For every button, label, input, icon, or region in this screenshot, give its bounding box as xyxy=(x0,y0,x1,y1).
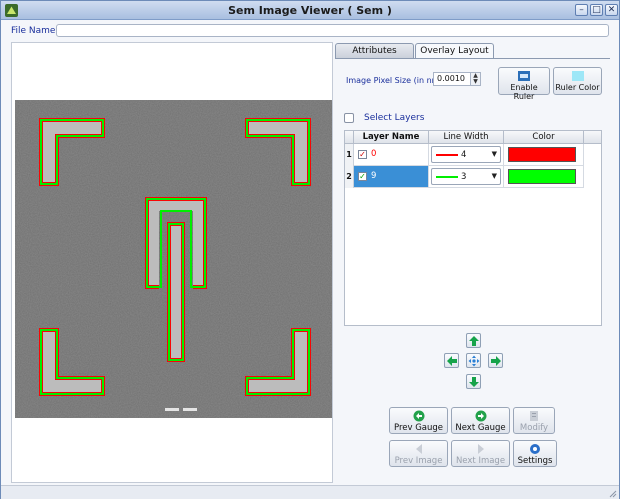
ruler-color-button[interactable]: Ruler Color xyxy=(553,67,602,95)
sem-image-panel[interactable] xyxy=(11,42,333,483)
header-line-width[interactable]: Line Width xyxy=(429,131,504,144)
arrow-right-circle-icon xyxy=(475,410,486,422)
color-swatch-1[interactable] xyxy=(508,169,576,184)
pixel-size-spinner[interactable]: ▲ ▼ xyxy=(470,72,481,86)
header-filler xyxy=(584,131,601,144)
color-swatch-icon xyxy=(571,71,584,81)
tab-overlay-layout[interactable]: Overlay Layout xyxy=(415,43,494,59)
move-up-button[interactable] xyxy=(466,333,481,348)
enable-ruler-button[interactable]: Enable Ruler xyxy=(498,67,550,101)
layer-name-cell-1[interactable]: ✓ 9 xyxy=(354,166,429,188)
layer-name-cell-0[interactable]: ✓ 0 xyxy=(354,144,429,166)
header-color[interactable]: Color xyxy=(504,131,584,144)
file-name-label: File Name xyxy=(11,26,56,36)
edit-icon xyxy=(530,411,538,421)
line-width-value-1: 3 xyxy=(461,172,467,182)
prev-image-label: Prev Image xyxy=(394,456,443,466)
table-corner-header xyxy=(345,131,354,144)
next-gauge-label: Next Gauge xyxy=(455,423,506,433)
arrow-right-icon xyxy=(491,356,501,366)
prev-image-button[interactable]: Prev Image xyxy=(389,440,448,467)
row-header-2[interactable]: 2 xyxy=(345,166,354,188)
move-left-button[interactable] xyxy=(444,353,459,368)
title-bar: Sem Image Viewer ( Sem ) – □ ✕ xyxy=(1,1,619,20)
line-width-cell-1[interactable]: 3 ▼ xyxy=(429,166,504,188)
app-window: Sem Image Viewer ( Sem ) – □ ✕ File Name xyxy=(0,0,620,499)
ruler-icon xyxy=(518,71,530,81)
sem-image[interactable] xyxy=(15,100,332,418)
arrow-left-circle-icon xyxy=(413,410,424,422)
move-down-button[interactable] xyxy=(466,374,481,389)
color-swatch-0[interactable] xyxy=(508,147,576,162)
chevron-down-icon: ▼ xyxy=(491,150,497,158)
line-width-preview-0 xyxy=(436,154,458,156)
minimize-button[interactable]: – xyxy=(575,4,588,16)
tab-attributes[interactable]: Attributes xyxy=(335,43,414,59)
next-image-label: Next Image xyxy=(455,456,506,466)
move-right-button[interactable] xyxy=(488,353,503,368)
layer-visible-checkbox-1[interactable]: ✓ xyxy=(358,172,367,181)
line-width-preview-1 xyxy=(436,176,458,178)
layer-name-0: 0 xyxy=(371,149,377,159)
next-gauge-button[interactable]: Next Gauge xyxy=(451,407,510,434)
enable-ruler-label: Enable Ruler xyxy=(510,83,538,101)
spin-down-icon[interactable]: ▼ xyxy=(471,79,480,85)
file-name-input[interactable] xyxy=(56,24,609,37)
prev-gauge-button[interactable]: Prev Gauge xyxy=(389,407,448,434)
line-width-value-0: 4 xyxy=(461,150,467,160)
maximize-button[interactable]: □ xyxy=(590,4,603,16)
layer-name-1: 9 xyxy=(371,171,377,181)
prev-gauge-label: Prev Gauge xyxy=(393,423,444,433)
line-width-select-0[interactable]: 4 ▼ xyxy=(431,146,501,163)
pixel-size-label: Image Pixel Size (in nm) xyxy=(346,76,443,85)
settings-button[interactable]: Settings xyxy=(513,440,557,467)
pixel-size-input[interactable]: 0.0010 xyxy=(433,72,471,86)
chevron-down-icon: ▼ xyxy=(491,172,497,180)
line-width-select-1[interactable]: 3 ▼ xyxy=(431,168,501,185)
status-bar xyxy=(1,485,619,499)
triangle-left-icon xyxy=(415,444,422,454)
arrow-left-icon xyxy=(447,356,457,366)
resize-grip-icon[interactable] xyxy=(608,489,617,498)
window-title: Sem Image Viewer ( Sem ) xyxy=(228,4,392,17)
line-width-cell-0[interactable]: 4 ▼ xyxy=(429,144,504,166)
layer-table: Layer Name Line Width Color 1 ✓ 0 4 ▼ 2 … xyxy=(344,130,602,326)
row-header-1[interactable]: 1 xyxy=(345,144,354,166)
settings-label: Settings xyxy=(517,456,553,466)
gear-icon xyxy=(530,444,540,454)
select-layers-checkbox[interactable] xyxy=(344,113,354,123)
close-button[interactable]: ✕ xyxy=(605,4,618,16)
modify-label: Modify xyxy=(519,423,549,433)
color-cell-0[interactable] xyxy=(504,144,584,166)
color-cell-1[interactable] xyxy=(504,166,584,188)
ruler-color-label: Ruler Color xyxy=(555,83,600,92)
arrow-down-icon xyxy=(469,377,479,387)
select-layers-label: Select Layers xyxy=(364,113,425,123)
next-image-button[interactable]: Next Image xyxy=(451,440,510,467)
center-button[interactable] xyxy=(466,353,481,368)
modify-button[interactable]: Modify xyxy=(513,407,555,434)
triangle-right-icon xyxy=(477,444,484,454)
arrow-up-icon xyxy=(469,336,479,346)
move-center-icon xyxy=(468,355,480,367)
header-layer-name[interactable]: Layer Name xyxy=(354,131,429,144)
layer-visible-checkbox-0[interactable]: ✓ xyxy=(358,150,367,159)
